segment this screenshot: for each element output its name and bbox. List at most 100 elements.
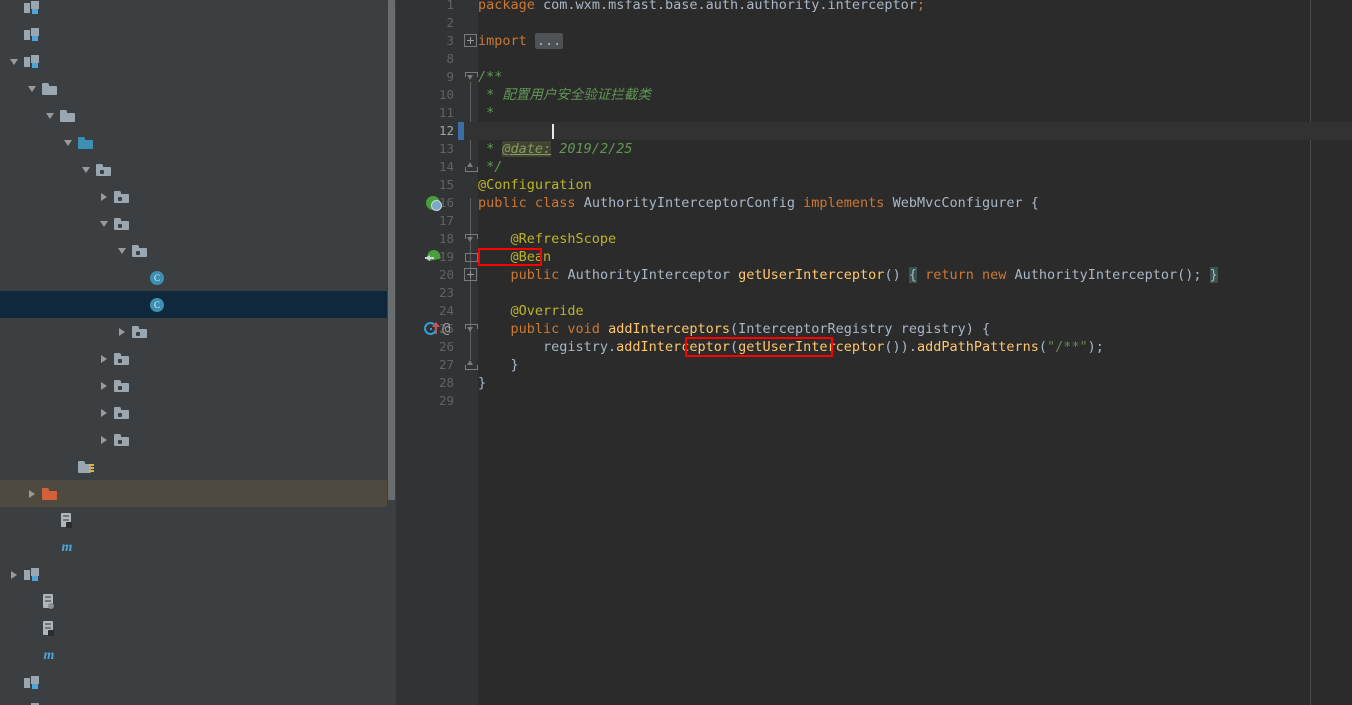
tree-item-msfast-base-auth-iml[interactable] bbox=[0, 507, 396, 534]
tree-item-pom-xml[interactable]: m bbox=[0, 642, 396, 669]
tree-item-com-wxm-msfast-base-auth[interactable] bbox=[0, 156, 396, 183]
chevron-right-icon[interactable] bbox=[98, 406, 111, 419]
editor-gutter[interactable]: 1 2 3 8 9 10 11 12 13 14 15 16 17 18 19 20 23 24 25 26 27 28 2… bbox=[396, 0, 464, 705]
chevron-right-icon[interactable] bbox=[98, 190, 111, 203]
spring-bean-navigate-gutter-icon[interactable] bbox=[425, 248, 441, 264]
code-line-25[interactable]: public void addInterceptors(InterceptorR… bbox=[478, 320, 991, 338]
chevron-right-icon[interactable] bbox=[116, 325, 129, 338]
line-number: 13 bbox=[438, 141, 454, 156]
folder-icon bbox=[60, 109, 75, 122]
tree-item-authority[interactable] bbox=[0, 210, 396, 237]
package-icon bbox=[114, 217, 129, 230]
line-number: 3 bbox=[446, 33, 454, 48]
chevron-down-icon[interactable] bbox=[8, 55, 21, 68]
tree-item-gitignore[interactable] bbox=[0, 588, 396, 615]
code-line-3[interactable]: import ... bbox=[478, 32, 564, 50]
code-editor[interactable]: 1 2 3 8 9 10 11 12 13 14 15 16 17 18 19 20 23 24 25 26 27 28 2… bbox=[396, 0, 1352, 705]
line-number: 15 bbox=[438, 177, 454, 192]
code-line-1[interactable]: package com.wxm.msfast.base.auth.authori… bbox=[478, 0, 925, 14]
code-line-15[interactable]: @Configuration bbox=[478, 176, 592, 194]
tree-item-msfast-base-common[interactable] bbox=[0, 561, 396, 588]
fold-javadoc-end[interactable] bbox=[464, 160, 478, 173]
line-number: 29 bbox=[438, 393, 454, 408]
tree-item-interceptor[interactable] bbox=[0, 237, 396, 264]
fold-method-bean-start[interactable] bbox=[464, 232, 478, 245]
tree-item-msfast-gateway[interactable] bbox=[0, 669, 396, 696]
fold-method-body-toggle[interactable] bbox=[464, 268, 477, 281]
project-tree-scrollbar[interactable] bbox=[387, 0, 396, 705]
package-icon bbox=[114, 352, 129, 365]
ide-window: CCmm 1 2 3 8 9 10 11 12 13 14 15 16 17 18 19 20 23 24 25 26… bbox=[0, 0, 1352, 705]
code-line-24[interactable]: @Override bbox=[478, 302, 584, 320]
implements-up-arrow-icon[interactable] bbox=[432, 322, 440, 334]
chevron-right-icon[interactable] bbox=[98, 379, 111, 392]
module-icon bbox=[24, 55, 39, 68]
tree-item-controller[interactable] bbox=[0, 372, 396, 399]
line-number: 28 bbox=[438, 375, 454, 390]
editor-code-area[interactable]: package com.wxm.msfast.base.auth.authori… bbox=[478, 0, 1352, 705]
line-number: 18 bbox=[438, 231, 454, 246]
resources-folder-icon bbox=[78, 460, 94, 473]
tree-item-msfast-api[interactable] bbox=[0, 0, 396, 21]
tree-item-msfast-base-auth[interactable] bbox=[0, 48, 396, 75]
code-line-20[interactable]: public AuthorityInterceptor getUserInter… bbox=[478, 266, 1218, 284]
spring-bean-gutter-icon[interactable] bbox=[426, 196, 442, 211]
code-line-28[interactable]: } bbox=[478, 374, 486, 392]
scrollbar-thumb[interactable] bbox=[388, 0, 395, 500]
code-line-13[interactable]: * @date: 2019/2/25 bbox=[478, 140, 632, 158]
fold-method-bean-marker[interactable] bbox=[464, 250, 478, 263]
chevron-right-icon[interactable] bbox=[98, 352, 111, 365]
right-margin-guide bbox=[1310, 0, 1311, 705]
chevron-down-icon[interactable] bbox=[98, 217, 111, 230]
chevron-down-icon[interactable] bbox=[44, 109, 57, 122]
fold-addinterceptors-start[interactable] bbox=[464, 322, 478, 335]
project-tree[interactable]: CCm m bbox=[0, 0, 396, 705]
package-icon bbox=[132, 325, 147, 338]
java-class-icon: C bbox=[150, 297, 164, 312]
fold-addinterceptors-end[interactable] bbox=[464, 358, 478, 371]
editor-fold-strip[interactable] bbox=[464, 0, 478, 705]
tree-item-pom-xml[interactable]: m bbox=[0, 534, 396, 561]
annotation-gutter-icon[interactable]: @ bbox=[442, 321, 450, 337]
tree-item-msfast-module[interactable] bbox=[0, 696, 396, 705]
tree-item-src[interactable] bbox=[0, 75, 396, 102]
tree-item-entity[interactable] bbox=[0, 399, 396, 426]
code-line-26[interactable]: registry.addInterceptor(getUserIntercept… bbox=[478, 338, 1104, 356]
tree-item-service[interactable] bbox=[0, 426, 396, 453]
project-tool-window[interactable]: CCm m bbox=[0, 0, 396, 705]
tree-item-target[interactable] bbox=[0, 480, 396, 507]
tree-item-msfast-base-iml[interactable] bbox=[0, 615, 396, 642]
tree-item-msfast-base[interactable] bbox=[0, 21, 396, 48]
chevron-right-icon[interactable] bbox=[26, 487, 39, 500]
tree-item-main[interactable] bbox=[0, 102, 396, 129]
tree-item-service[interactable] bbox=[0, 318, 396, 345]
code-line-27[interactable]: } bbox=[478, 356, 519, 374]
tree-item-java[interactable] bbox=[0, 129, 396, 156]
chevron-down-icon[interactable] bbox=[80, 163, 93, 176]
tree-item-common-rest[interactable] bbox=[0, 345, 396, 372]
tree-item-annotation[interactable] bbox=[0, 183, 396, 210]
chevron-right-icon[interactable] bbox=[98, 433, 111, 446]
chevron-down-icon[interactable] bbox=[62, 136, 75, 149]
code-line-14[interactable]: */ bbox=[478, 158, 502, 176]
line-number: 16 bbox=[438, 195, 454, 210]
line-number: 10 bbox=[438, 87, 454, 102]
code-line-18[interactable]: @RefreshScope bbox=[478, 230, 617, 248]
chevron-down-icon[interactable] bbox=[116, 244, 129, 257]
code-line-16[interactable]: public class AuthorityInterceptorConfig … bbox=[478, 194, 1039, 212]
chevron-right-icon[interactable] bbox=[8, 568, 21, 581]
tree-item-authorityinterceptorconfig[interactable]: C bbox=[0, 291, 396, 318]
code-line-9[interactable]: /** bbox=[478, 68, 502, 86]
code-line-11[interactable]: * bbox=[478, 104, 494, 122]
chevron-down-icon[interactable] bbox=[26, 82, 39, 95]
fold-import-toggle[interactable] bbox=[464, 34, 477, 47]
tree-item-authorityinterceptor[interactable]: C bbox=[0, 264, 396, 291]
line-number: 24 bbox=[438, 303, 454, 318]
tree-item-resources[interactable] bbox=[0, 453, 396, 480]
code-line-10[interactable]: * 配置用户安全验证拦截类 bbox=[478, 86, 651, 104]
package-icon bbox=[114, 190, 129, 203]
code-line-19[interactable]: @Bean bbox=[478, 248, 552, 266]
